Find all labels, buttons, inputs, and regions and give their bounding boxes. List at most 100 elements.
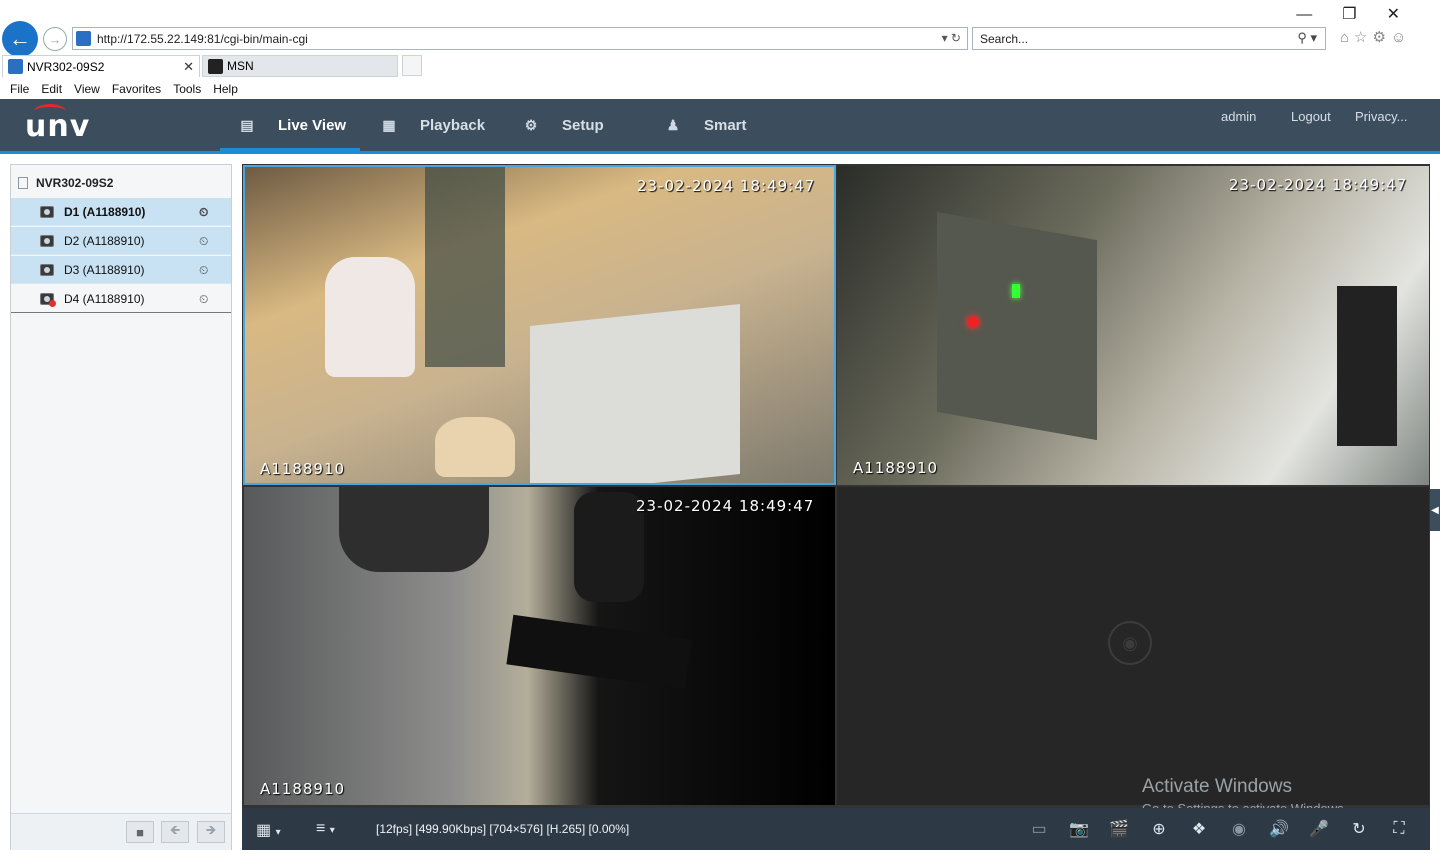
camera-offline-icon: ◉ [1108,621,1152,665]
layout-grid-button[interactable]: ▦ ▾ [256,820,281,840]
nav-smart[interactable]: ♟ Smart [666,99,747,151]
collapse-panel-button[interactable]: ◀ [1430,489,1440,531]
person-icon: ♟ [666,116,680,133]
snapshot-button[interactable]: 📷 [1068,818,1090,840]
zoom-icon: ⊕ [1152,821,1166,838]
close-all-button[interactable]: ▭ [1028,818,1050,840]
tab-nvr[interactable]: NVR302-09S2 ✕ [2,55,200,77]
menu-file[interactable]: File [10,79,29,99]
arrow-right-icon: → [48,31,62,47]
browser-tool-icons[interactable]: ⌂☆⚙☺ [1340,28,1411,46]
tab-msn[interactable]: MSN [202,55,398,77]
nav-label: Setup [562,116,604,134]
video-tile-1[interactable]: 23-02-2024 18:49:47 A1188910 [243,165,836,485]
page-icon [76,31,91,46]
forward-button[interactable]: → [43,27,67,51]
back-button[interactable]: ← [2,21,38,57]
nav-setup[interactable]: ⚙ Setup [524,99,604,151]
stop-button[interactable]: ■ [126,821,154,843]
device-panel: NVR302-09S2 D1 (A1188910) ⏲ D2 (A1188910… [10,164,232,850]
device-label: D1 (A1188910) [64,204,146,219]
device-label: D4 (A1188910) [64,291,145,306]
nav-live-view[interactable]: ▤ Live View [240,99,346,151]
ptz-icon: ❖ [1191,821,1207,838]
chevron-left-icon: ◀ [1431,504,1439,516]
camera-icon [40,264,54,276]
monitor-icon: ▤ [240,116,254,133]
close-icon[interactable]: ✕ [183,59,194,75]
fullscreen-button[interactable]: ⛶ [1388,818,1410,840]
camera-name: A1188910 [260,780,346,798]
refresh-icon[interactable]: ▾ ↻ [942,31,961,45]
video-tile-3[interactable]: 23-02-2024 18:49:47 A1188910 [244,487,835,805]
playback-icon[interactable]: ⏲ [199,263,217,277]
nvr-name: NVR302-09S2 [36,176,114,190]
user-name: admin [1221,109,1257,124]
menu-view[interactable]: View [74,79,100,99]
live-toolbar: ▦ ▾ ≡ ▾ [12fps] [499.90Kbps] [704×576] [… [242,808,1430,850]
film-icon: ▦ [382,116,396,133]
new-tab-button[interactable] [402,55,422,76]
next-button[interactable]: 🡺 [197,821,225,843]
camera-icon [40,206,54,218]
privacy-link[interactable]: Privacy... [1355,109,1408,124]
stream-icon: ≡ [316,820,326,837]
video-tile-2[interactable]: 23-02-2024 18:49:47 A1188910 [837,166,1429,485]
menu-help[interactable]: Help [213,79,238,99]
camera-name: A1188910 [260,460,346,478]
camera-icon [40,235,54,247]
nav-playback[interactable]: ▦ Playback [382,99,485,151]
address-url[interactable]: http://172.55.22.149:81/cgi-bin/main-cgi [97,32,308,46]
nav-label: Live View [278,116,347,134]
eye-icon: ◉ [1232,821,1246,838]
device-tree: NVR302-09S2 D1 (A1188910) ⏲ D2 (A1188910… [11,165,231,813]
browser-chrome: ← → http://172.55.22.149:81/cgi-bin/main… [0,0,1440,99]
prev-button[interactable]: 🡸 [161,821,189,843]
window-controls[interactable]: —❐✕ [1296,4,1430,24]
timestamp: 23-02-2024 18:49:47 [636,497,815,515]
device-d4[interactable]: D4 (A1188910) ⏲ [11,285,231,313]
menu-edit[interactable]: Edit [41,79,62,99]
camera-icon: 📷 [1069,821,1089,838]
nav-label: Smart [704,116,747,134]
stream-status: [12fps] [499.90Kbps] [704×576] [H.265] [… [376,822,630,836]
tab-label: MSN [227,59,254,73]
zoom-button[interactable]: ⊕ [1148,818,1170,840]
sidebar-controls: ■ 🡸 🡺 [11,813,231,850]
tab-label: NVR302-09S2 [27,59,105,74]
device-label: D3 (A1188910) [64,262,145,277]
menu-tools[interactable]: Tools [173,79,201,99]
stream-select-button[interactable]: ≡ ▾ [316,820,335,838]
nvr-icon [18,177,28,189]
device-d3[interactable]: D3 (A1188910) ⏲ [11,256,231,284]
logout-link[interactable]: Logout [1291,109,1331,124]
playback-icon[interactable]: ⏲ [199,234,217,248]
menu-favorites[interactable]: Favorites [112,79,161,99]
playback-icon[interactable]: ⏲ [199,205,217,219]
stop-icon: ■ [136,824,144,840]
playback-icon[interactable]: ⏲ [199,292,217,306]
address-bar[interactable]: http://172.55.22.149:81/cgi-bin/main-cgi… [72,27,968,50]
3d-zoom-button[interactable]: ↻ [1348,818,1370,840]
active-tab-underline [220,148,360,151]
nvr-node[interactable]: NVR302-09S2 [11,170,231,196]
search-input[interactable]: Search... [980,32,1028,46]
3d-zoom-icon: ↻ [1352,821,1366,838]
video-tile-4-empty[interactable]: ◉ [837,487,1429,805]
page-icon [8,59,23,74]
device-d1[interactable]: D1 (A1188910) ⏲ [11,198,231,226]
timestamp: 23-02-2024 18:49:47 [1229,176,1408,194]
record-button[interactable]: 🎬 [1108,818,1130,840]
audio-button[interactable]: 🔊 [1268,818,1290,840]
search-icon[interactable]: ⚲ ▾ [1297,30,1317,46]
gear-icon: ⚙ [524,116,538,133]
talk-button[interactable]: 🎤 [1308,818,1330,840]
fisheye-button[interactable]: ◉ [1228,818,1250,840]
header-accent-line [0,151,1440,154]
search-box[interactable]: Search... ⚲ ▾ [972,27,1326,50]
ptz-button[interactable]: ❖ [1188,818,1210,840]
camera-name: A1188910 [853,459,939,477]
grid-icon: ▦ [256,822,272,839]
device-label: D2 (A1188910) [64,233,145,248]
device-d2[interactable]: D2 (A1188910) ⏲ [11,227,231,255]
